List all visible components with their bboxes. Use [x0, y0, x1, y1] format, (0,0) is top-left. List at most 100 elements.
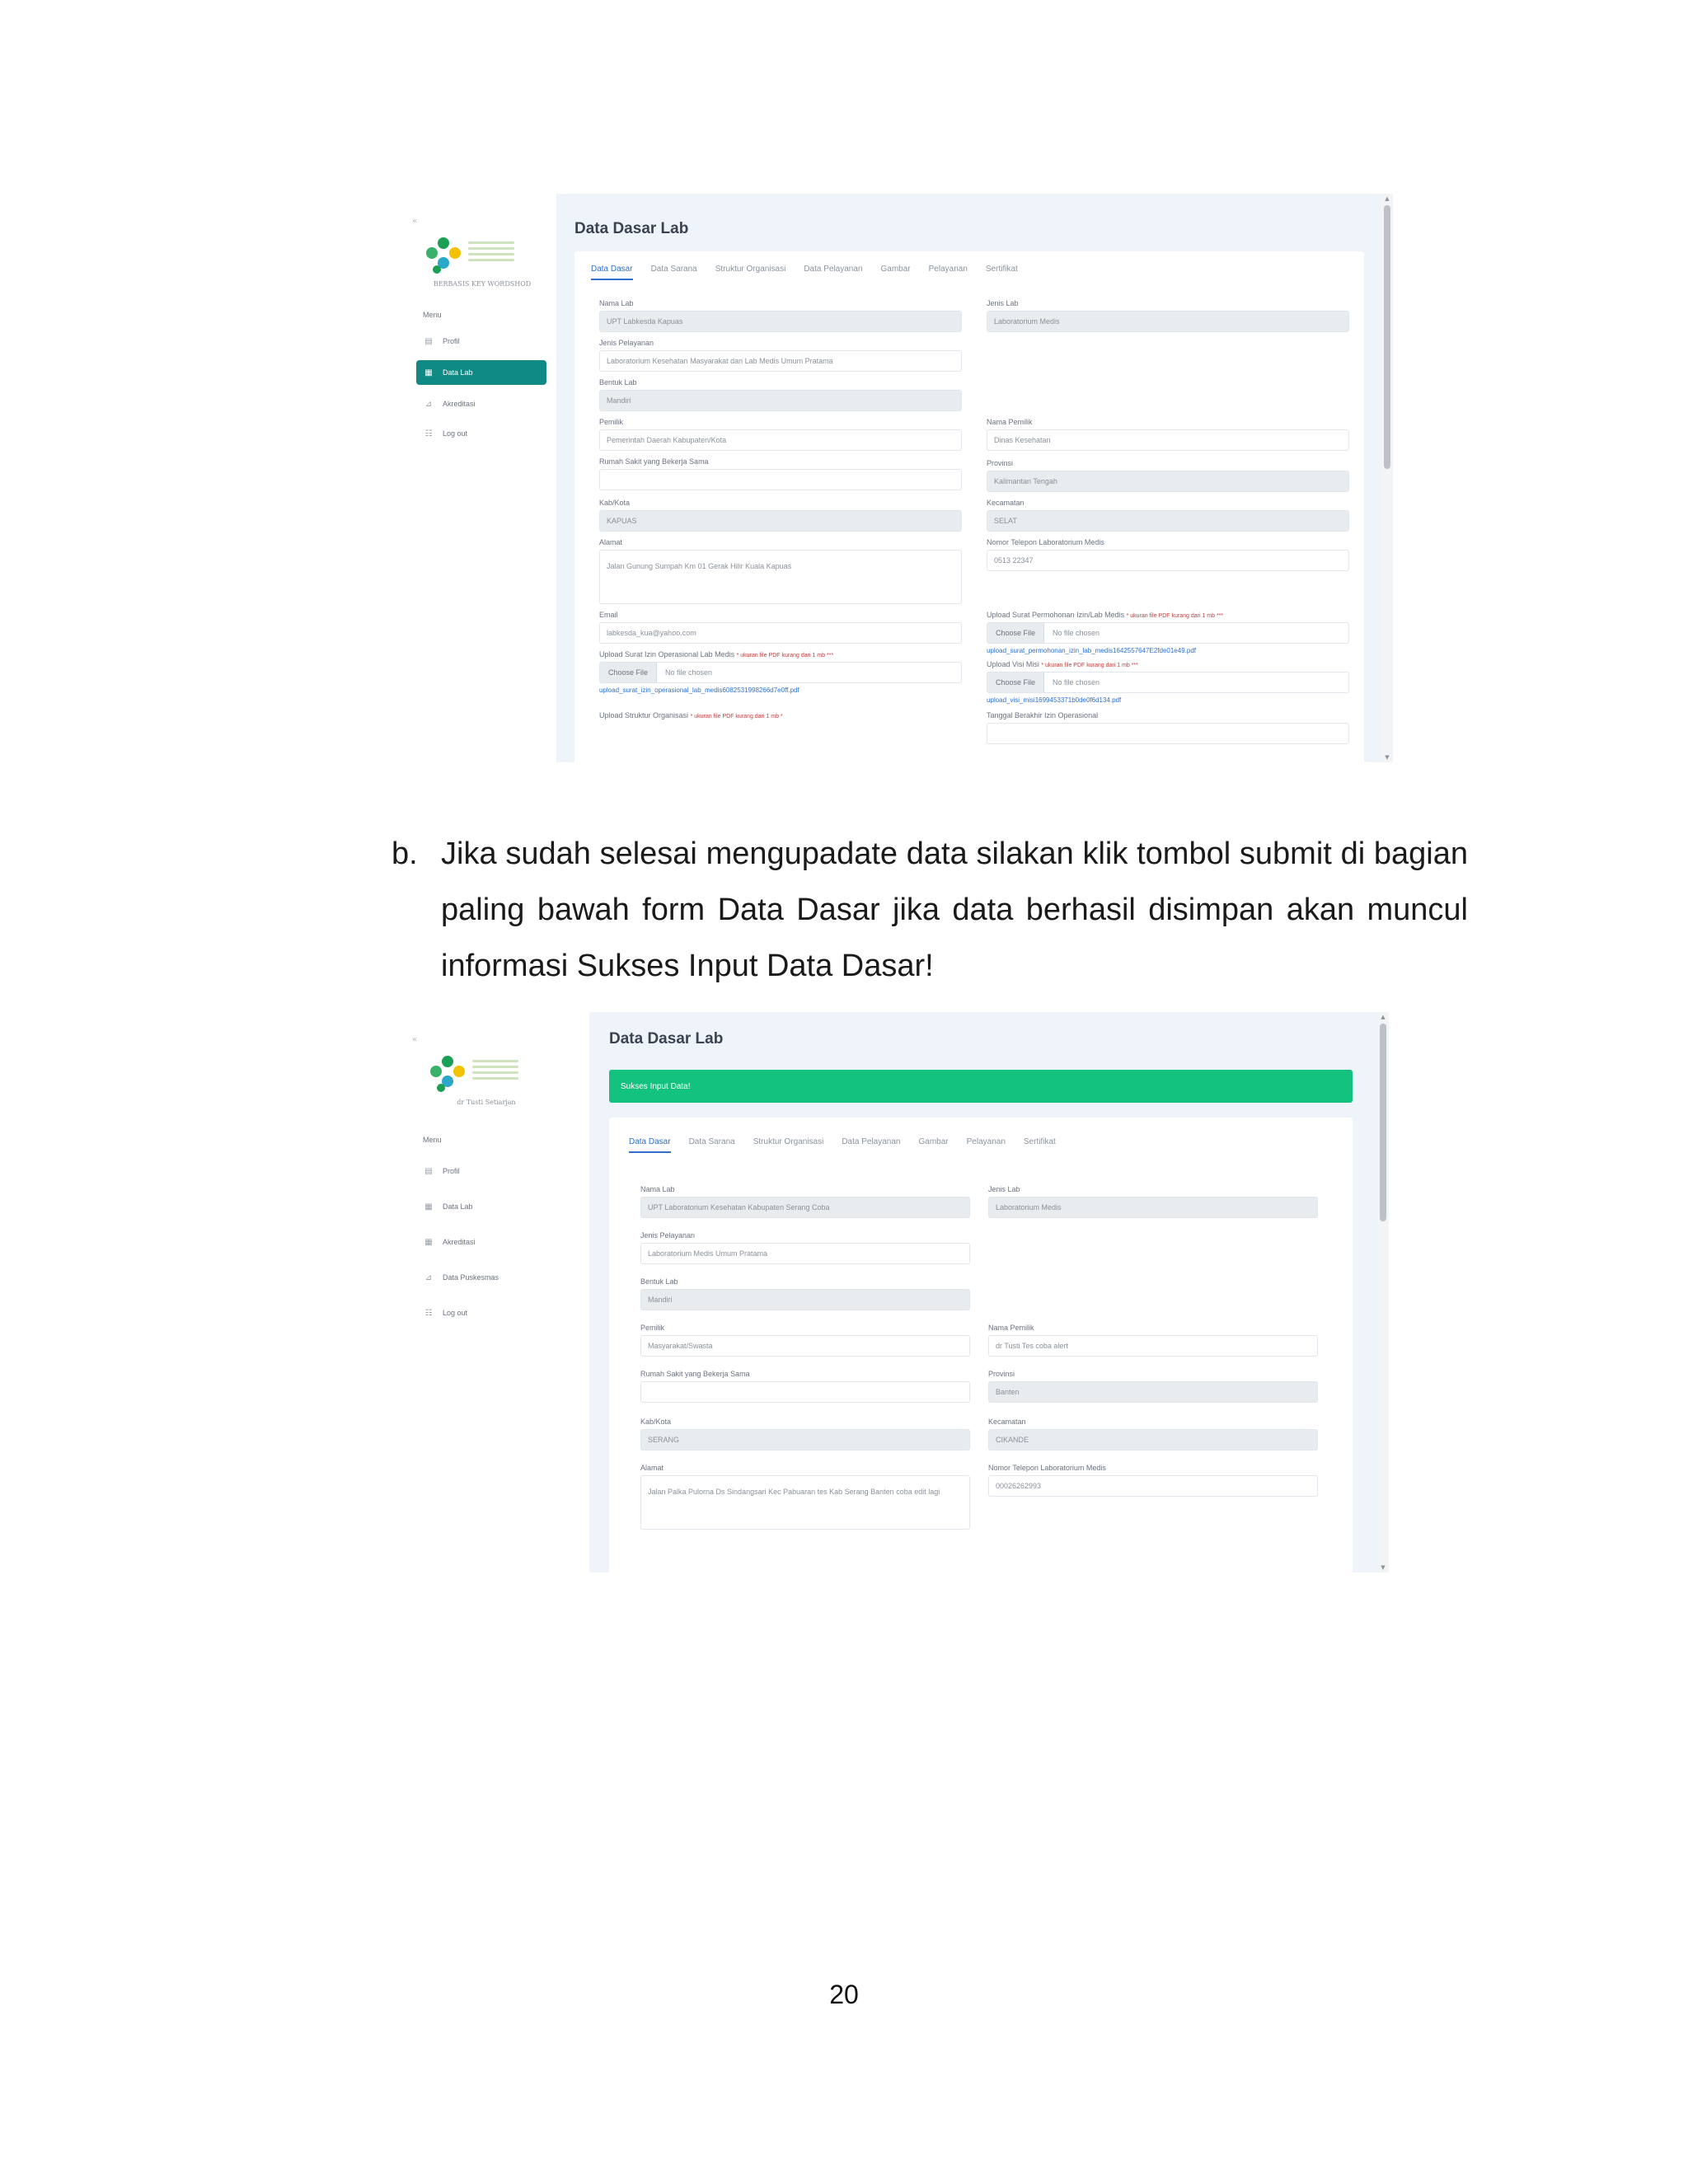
- upload-label-text: Upload Surat Permohonan Izin/Lab Medis: [987, 611, 1125, 619]
- upload-visi-misi-input[interactable]: Choose File No file chosen: [987, 672, 1349, 693]
- tab-struktur-organisasi[interactable]: Struktur Organisasi: [715, 265, 786, 280]
- jenis-lab-input[interactable]: Laboratorium Medis: [988, 1197, 1318, 1218]
- scroll-up-icon[interactable]: ▲: [1381, 195, 1393, 202]
- tab-gambar[interactable]: Gambar: [919, 1137, 949, 1153]
- tab-pelayanan[interactable]: Pelayanan: [967, 1137, 1006, 1153]
- sidebar-item-data-lab[interactable]: ▦ Data Lab: [416, 1194, 546, 1219]
- pemilik-select[interactable]: Masyarakat/Swasta: [640, 1335, 970, 1357]
- scrollbar-thumb[interactable]: [1384, 205, 1390, 469]
- kabkota-input[interactable]: SERANG: [640, 1429, 970, 1451]
- nama-pemilik-input[interactable]: dr Tusti Tes coba alert: [988, 1335, 1318, 1357]
- provinsi-input[interactable]: Kalimantan Tengah: [987, 471, 1349, 492]
- choose-file-button[interactable]: Choose File: [987, 623, 1045, 643]
- sidebar-item-log-out[interactable]: ☷ Log out: [416, 1301, 546, 1325]
- bentuk-lab-input[interactable]: Mandiri: [599, 390, 962, 411]
- vertical-scrollbar[interactable]: ▲ ▼: [1377, 1012, 1389, 1572]
- nama-pemilik-input[interactable]: Dinas Kesehatan: [987, 429, 1349, 451]
- jenis-pelayanan-select[interactable]: Laboratorium Kesehatan Masyarakat dan La…: [599, 350, 962, 372]
- tab-struktur-organisasi[interactable]: Struktur Organisasi: [753, 1137, 824, 1153]
- uploaded-file-link[interactable]: upload_surat_izin_operasional_lab_medis6…: [599, 687, 962, 694]
- tab-data-sarana[interactable]: Data Sarana: [689, 1137, 735, 1153]
- pemilik-select[interactable]: Pemerintah Daerah Kabupaten/Kota: [599, 429, 962, 451]
- sidebar: « BERBASIS KEY WORDSHOD Menu ▤ Profil ▦ Da…: [408, 194, 556, 762]
- email-input[interactable]: labkesda_kua@yahoo.com: [599, 622, 962, 644]
- chart-icon: ▦: [424, 368, 433, 377]
- tab-gambar[interactable]: Gambar: [881, 265, 911, 280]
- provinsi-input[interactable]: Banten: [988, 1381, 1318, 1403]
- choose-file-button[interactable]: Choose File: [600, 663, 658, 682]
- jenis-pelayanan-select[interactable]: Laboratorium Medis Umum Pratama: [640, 1243, 970, 1264]
- tab-data-pelayanan[interactable]: Data Pelayanan: [842, 1137, 900, 1153]
- instruction-paragraph: b. Jika sudah selesai mengupadate data s…: [392, 826, 1468, 994]
- scroll-down-icon[interactable]: ▼: [1381, 754, 1393, 761]
- tab-data-pelayanan[interactable]: Data Pelayanan: [804, 265, 862, 280]
- field-tanggal-izin: Tanggal Berakhir Izin Operasional: [987, 711, 1349, 744]
- tab-sertifikat[interactable]: Sertifikat: [1024, 1137, 1056, 1153]
- alamat-label: Alamat: [640, 1464, 664, 1472]
- tab-data-dasar[interactable]: Data Dasar: [591, 265, 633, 280]
- sidebar-item-profil[interactable]: ▤ Profil: [416, 1159, 546, 1183]
- field-nomor-telepon: Nomor Telepon Laboratorium Medis 0513 22…: [987, 538, 1349, 571]
- sidebar-item-data-lab[interactable]: ▦ Data Lab: [416, 360, 546, 385]
- tanggal-izin-label: Tanggal Berakhir Izin Operasional: [987, 711, 1099, 719]
- jenis-pelayanan-label: Jenis Pelayanan: [640, 1231, 696, 1240]
- rumah-sakit-input[interactable]: [640, 1381, 970, 1403]
- sidebar-item-akreditasi[interactable]: ⊿ Akreditasi: [416, 391, 546, 416]
- pemilik-label: Pemilik: [640, 1324, 665, 1332]
- sidebar: « dr Tusti Setiarjan Menu ▤ Profil ▦ Data …: [408, 1012, 589, 1572]
- sidebar-item-data-puskesmas[interactable]: ⊿ Data Puskesmas: [416, 1265, 546, 1290]
- rumah-sakit-input[interactable]: [599, 469, 962, 490]
- upload-izin-pendirian-input[interactable]: Choose File No file chosen: [987, 622, 1349, 644]
- rumah-sakit-label: Rumah Sakit yang Bekerja Sama: [599, 457, 709, 466]
- sidebar-item-log-out[interactable]: ☷ Log out: [416, 421, 546, 446]
- alamat-textarea[interactable]: Jalan Gunung Sumpah Km 01 Gerak Hilir Ku…: [599, 550, 962, 604]
- tab-pelayanan[interactable]: Pelayanan: [929, 265, 968, 280]
- field-nama-pemilik: Nama Pemilik Dinas Kesehatan: [987, 418, 1349, 451]
- tab-data-dasar[interactable]: Data Dasar: [629, 1137, 671, 1153]
- nama-lab-input[interactable]: UPT Laboratorium Kesehatan Kabupaten Ser…: [640, 1197, 970, 1218]
- sidebar-collapse-icon[interactable]: «: [412, 217, 417, 226]
- tanggal-izin-input[interactable]: [987, 723, 1349, 744]
- kecamatan-input[interactable]: CIKANDE: [988, 1429, 1318, 1451]
- bentuk-lab-input[interactable]: Mandiri: [640, 1289, 970, 1310]
- list-marker: b.: [392, 837, 418, 871]
- field-upload-izin-operasional: Upload Surat Izin Operasional Lab Medis …: [599, 650, 962, 694]
- field-nama-lab: Nama Lab UPT Laboratorium Kesehatan Kabu…: [640, 1185, 970, 1218]
- upload-struktur-label: Upload Struktur Organisasi * ukuran file…: [599, 711, 962, 723]
- tab-bar: Data Dasar Data Sarana Struktur Organisa…: [591, 265, 1036, 280]
- document-icon: ▤: [424, 336, 433, 346]
- sidebar-item-profil[interactable]: ▤ Profil: [416, 329, 546, 354]
- sidebar-item-akreditasi[interactable]: ▦ Akreditasi: [416, 1230, 546, 1254]
- field-kabkota: Kab/Kota SERANG: [640, 1418, 970, 1451]
- jenis-pelayanan-label: Jenis Pelayanan: [599, 339, 654, 347]
- scroll-down-icon[interactable]: ▼: [1377, 1564, 1389, 1571]
- kecamatan-label: Kecamatan: [987, 499, 1025, 507]
- tab-sertifikat[interactable]: Sertifikat: [986, 265, 1018, 280]
- kecamatan-input[interactable]: SELAT: [987, 510, 1349, 532]
- kabkota-input[interactable]: KAPUAS: [599, 510, 962, 532]
- nomor-telepon-input[interactable]: 00026262993: [988, 1475, 1318, 1497]
- upload-izin-operasional-input[interactable]: Choose File No file chosen: [599, 662, 962, 683]
- scrollbar-thumb[interactable]: [1380, 1024, 1386, 1221]
- tab-data-sarana[interactable]: Data Sarana: [651, 265, 697, 280]
- nomor-telepon-input[interactable]: 0513 22347: [987, 550, 1349, 571]
- scroll-up-icon[interactable]: ▲: [1377, 1014, 1389, 1020]
- field-pemilik: Pemilik Masyarakat/Swasta: [640, 1324, 970, 1357]
- jenis-lab-input[interactable]: Laboratorium Medis: [987, 311, 1349, 332]
- field-jenis-lab: Jenis Lab Laboratorium Medis: [988, 1185, 1318, 1218]
- vertical-scrollbar[interactable]: ▲ ▼: [1381, 194, 1393, 762]
- choose-file-button[interactable]: Choose File: [987, 673, 1045, 692]
- upload-izin-pendirian-label: Upload Surat Permohonan Izin/Lab Medis *…: [987, 611, 1349, 622]
- logout-icon: ☷: [424, 429, 433, 438]
- sidebar-item-label: Profil: [443, 1167, 460, 1175]
- uploaded-file-link[interactable]: upload_surat_permohonan_izin_lab_medis16…: [987, 647, 1349, 654]
- upload-label-text: Upload Surat Izin Operasional Lab Medis: [599, 650, 735, 658]
- kecamatan-label: Kecamatan: [988, 1418, 1026, 1426]
- email-label: Email: [599, 611, 618, 619]
- sidebar-collapse-icon[interactable]: «: [412, 1035, 417, 1044]
- field-rumah-sakit: Rumah Sakit yang Bekerja Sama: [599, 457, 962, 490]
- uploaded-file-link[interactable]: upload_visi_misi1699453371b0de0f6d134.pd…: [987, 696, 1349, 704]
- nomor-telepon-label: Nomor Telepon Laboratorium Medis: [988, 1464, 1106, 1472]
- nama-lab-input[interactable]: UPT Labkesda Kapuas: [599, 311, 962, 332]
- alamat-textarea[interactable]: Jalan Palka Pulorna Ds Sindangsari Kec P…: [640, 1475, 970, 1530]
